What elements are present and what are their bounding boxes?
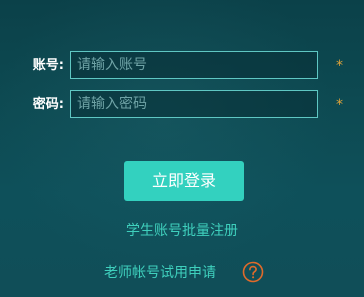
- password-input[interactable]: [70, 90, 318, 118]
- account-input[interactable]: [70, 51, 318, 79]
- account-label: 账号:: [32, 58, 64, 73]
- login-button[interactable]: 立即登录: [124, 161, 244, 201]
- background: [0, 0, 364, 297]
- account-row: 账号: *: [0, 51, 364, 81]
- student-batch-register-link[interactable]: 学生账号批量注册: [0, 221, 364, 241]
- password-label: 密码:: [32, 97, 64, 112]
- account-required-mark: *: [336, 58, 343, 74]
- password-row: 密码: *: [0, 90, 364, 120]
- help-circle-icon[interactable]: [242, 261, 264, 283]
- teacher-trial-apply-link[interactable]: 老师帐号试用申请: [104, 263, 216, 283]
- password-required-mark: *: [336, 97, 343, 113]
